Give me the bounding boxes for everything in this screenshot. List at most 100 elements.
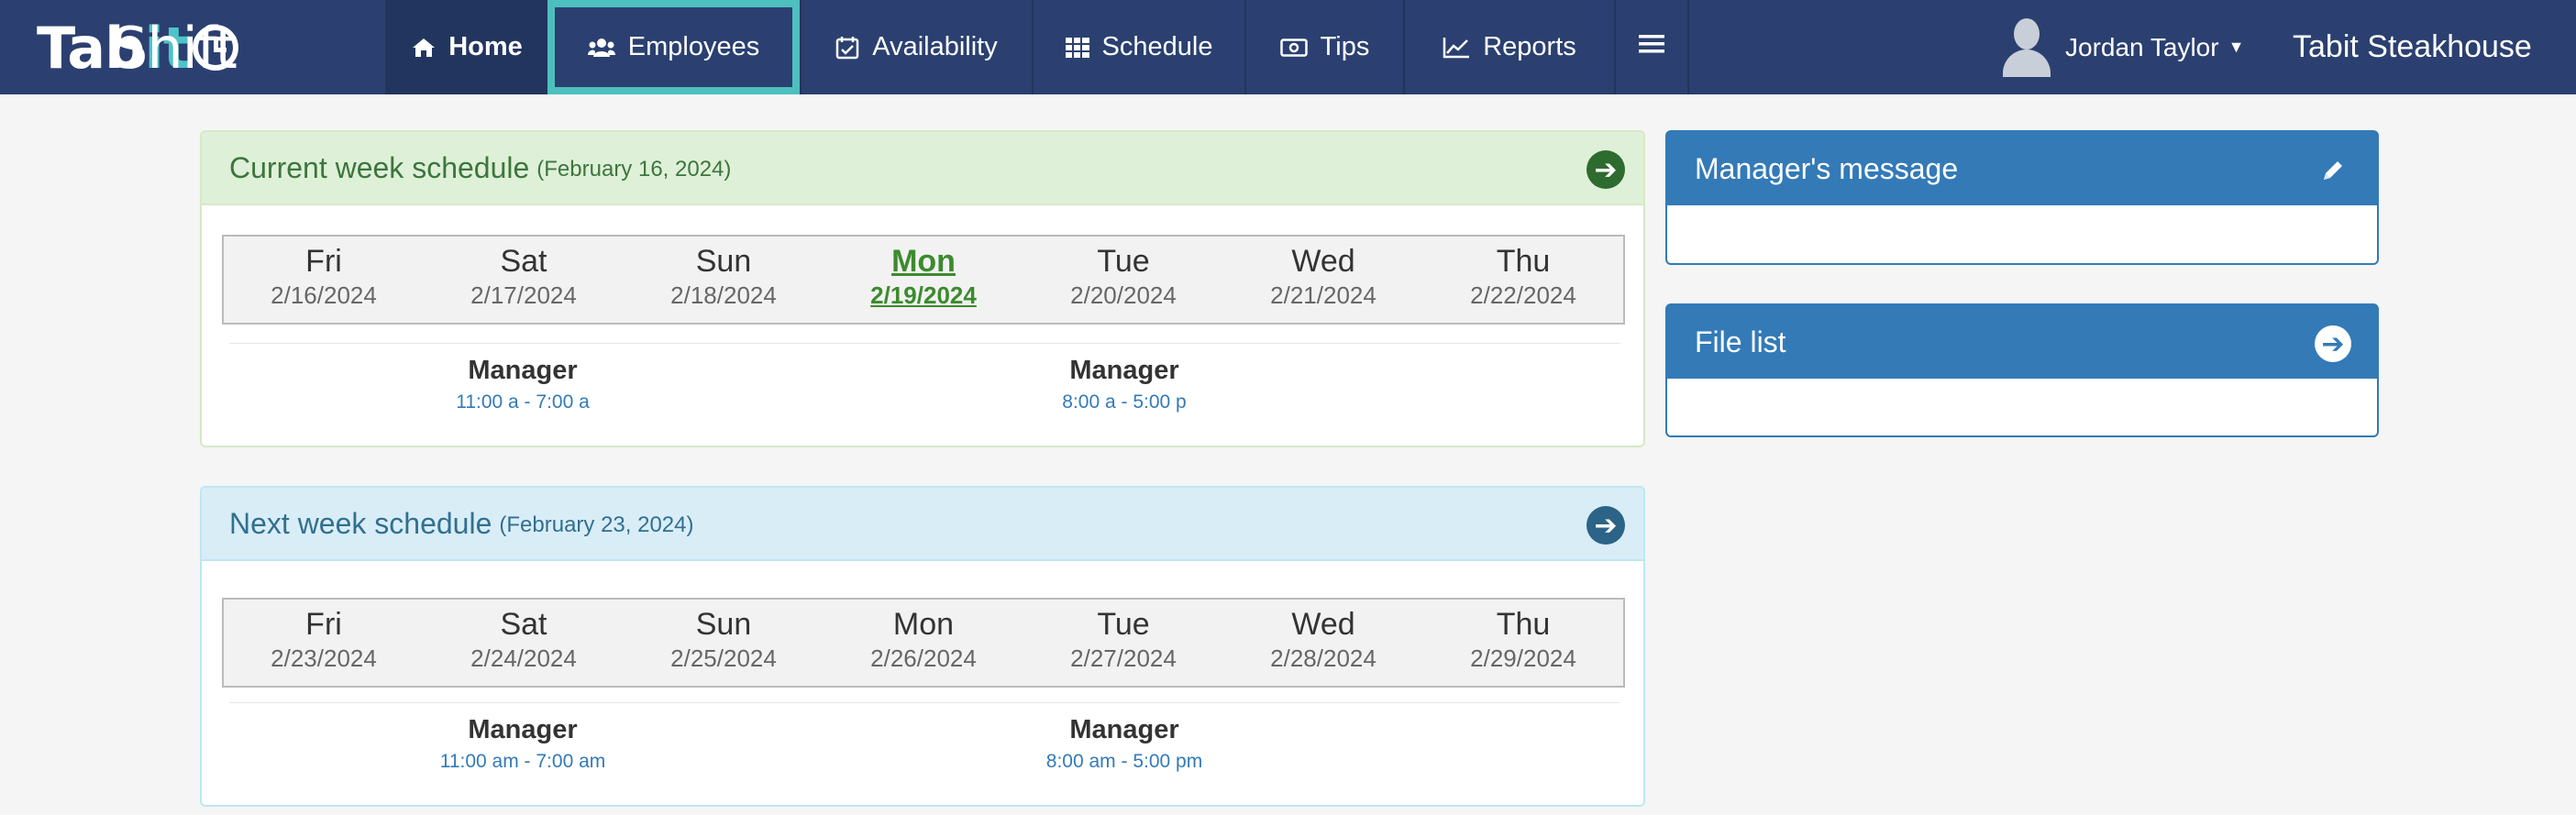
nav-home[interactable]: Home: [385, 0, 547, 94]
nav-employees[interactable]: Employees: [547, 0, 800, 94]
shift-time: 11:00 a - 7:00 a: [456, 391, 590, 413]
hamburger-menu-button[interactable]: [1614, 0, 1689, 94]
day-mon-today[interactable]: Mon 2/19/2024: [824, 237, 1023, 323]
nav-schedule-label: Schedule: [1101, 32, 1213, 61]
nav-tips-label: Tips: [1320, 32, 1370, 61]
day-name: Mon: [891, 244, 956, 279]
day-tue: Tue 2/20/2024: [1023, 237, 1223, 323]
venue-name: Tabit Steakhouse: [2293, 29, 2532, 64]
nav-reports-label: Reports: [1483, 32, 1576, 61]
day-date: 2/25/2024: [670, 644, 777, 672]
arrow-right-circle-icon[interactable]: ➔: [1587, 150, 1625, 189]
day-fri: Fri 2/16/2024: [224, 237, 424, 323]
day-date: 2/29/2024: [1470, 644, 1576, 672]
day-fri: Fri 2/23/2024: [224, 600, 424, 686]
day-date: 2/17/2024: [470, 281, 577, 309]
file-list-header: File list ➔: [1667, 305, 2377, 379]
nav-schedule[interactable]: Schedule: [1032, 0, 1244, 94]
user-menu[interactable]: Jordan Taylor ▼: [1999, 0, 2244, 94]
managers-message-title: Manager's message: [1695, 151, 1959, 185]
day-name: Sat: [500, 244, 547, 279]
next-week-days: Fri 2/23/2024 Sat 2/24/2024 Sun 2/25/2024 M…: [222, 598, 1625, 688]
day-name: Wed: [1291, 607, 1355, 642]
day-name: Thu: [1496, 244, 1551, 279]
money-icon: [1279, 38, 1308, 57]
shift-entry[interactable]: Manager 11:00 am - 7:00 am: [385, 715, 660, 773]
day-name: Mon: [892, 607, 955, 642]
nav-employees-label: Employees: [627, 32, 760, 61]
hamburger-icon: [1639, 32, 1664, 62]
day-name: Fri: [305, 607, 342, 642]
day-date: 2/27/2024: [1070, 644, 1177, 672]
top-navbar: Tab it Shift Home Employees Availability S…: [0, 0, 2576, 94]
shift-role: Manager: [468, 356, 578, 385]
next-week-date: (February 23, 2024): [499, 512, 694, 537]
users-icon: [587, 37, 615, 59]
tabit-shift-logo[interactable]: Tab it Shift: [37, 11, 242, 84]
calendar-check-icon: [835, 36, 859, 60]
divider: [229, 343, 1620, 344]
divider: [229, 702, 1620, 703]
day-name: Thu: [1496, 607, 1551, 642]
day-date: 2/16/2024: [271, 281, 377, 309]
day-date: 2/19/2024: [870, 281, 977, 309]
current-week-title: Current week schedule: [229, 150, 530, 184]
shift-role: Manager: [1069, 356, 1179, 385]
line-chart-icon: [1443, 37, 1470, 59]
current-week-panel: Current week schedule (February 16, 2024…: [200, 130, 1645, 447]
current-week-days: Fri 2/16/2024 Sat 2/17/2024 Sun 2/18/2024 M…: [222, 235, 1625, 325]
user-name: Jordan Taylor: [2065, 32, 2219, 61]
day-date: 2/20/2024: [1070, 281, 1177, 309]
logo-text-shift: Shift: [112, 14, 238, 82]
day-name: Sun: [695, 244, 752, 279]
shift-time: 11:00 am - 7:00 am: [439, 751, 606, 772]
next-week-title: Next week schedule: [229, 506, 492, 540]
nav-availability-label: Availability: [872, 32, 998, 61]
shift-role: Manager: [1069, 715, 1179, 744]
pencil-icon[interactable]: [2315, 152, 2351, 189]
shift-time: 8:00 a - 5:00 p: [1062, 391, 1187, 413]
day-date: 2/23/2024: [271, 644, 377, 672]
home-icon: [412, 37, 436, 59]
day-name: Wed: [1291, 244, 1355, 279]
shift-role: Manager: [468, 715, 578, 744]
day-tue: Tue 2/27/2024: [1023, 600, 1223, 686]
day-date: 2/26/2024: [870, 644, 977, 672]
file-list-title: File list: [1695, 325, 1786, 358]
arrow-right-circle-icon[interactable]: ➔: [1587, 506, 1625, 545]
day-thu: Thu 2/22/2024: [1423, 237, 1623, 323]
nav-tips[interactable]: Tips: [1244, 0, 1403, 94]
next-week-header: Next week schedule (February 23, 2024) ➔: [202, 488, 1643, 561]
day-mon: Mon 2/26/2024: [824, 600, 1023, 686]
current-week-header: Current week schedule (February 16, 2024…: [202, 132, 1643, 205]
shift-entry[interactable]: Manager 8:00 a - 5:00 p: [987, 356, 1262, 413]
day-date: 2/21/2024: [1270, 281, 1376, 309]
day-wed: Wed 2/28/2024: [1223, 600, 1423, 686]
day-name: Sun: [695, 607, 752, 642]
day-name: Fri: [305, 244, 342, 279]
day-thu: Thu 2/29/2024: [1423, 600, 1623, 686]
day-name: Tue: [1097, 244, 1150, 279]
day-date: 2/18/2024: [670, 281, 777, 309]
day-sat: Sat 2/24/2024: [424, 600, 624, 686]
current-week-date: (February 16, 2024): [536, 157, 732, 182]
shift-entry[interactable]: Manager 8:00 am - 5:00 pm: [987, 715, 1262, 773]
day-sun: Sun 2/18/2024: [624, 237, 824, 323]
day-sun: Sun 2/25/2024: [624, 600, 824, 686]
day-date: 2/22/2024: [1470, 281, 1576, 309]
nav-reports[interactable]: Reports: [1403, 0, 1614, 94]
day-date: 2/24/2024: [470, 644, 577, 672]
caret-down-icon: ▼: [2228, 38, 2245, 56]
file-list-panel: File list ➔: [1665, 303, 2379, 437]
avatar: [1999, 17, 2054, 77]
day-sat: Sat 2/17/2024: [424, 237, 624, 323]
managers-message-panel: Manager's message: [1665, 130, 2379, 265]
shift-time: 8:00 am - 5:00 pm: [1045, 751, 1203, 772]
shift-entry[interactable]: Manager 11:00 a - 7:00 a: [385, 356, 660, 413]
day-name: Sat: [500, 607, 547, 642]
nav-home-label: Home: [448, 32, 523, 61]
nav-availability[interactable]: Availability: [800, 0, 1032, 94]
arrow-right-circle-icon[interactable]: ➔: [2315, 325, 2351, 362]
day-wed: Wed 2/21/2024: [1223, 237, 1423, 323]
grid-icon: [1065, 37, 1089, 58]
